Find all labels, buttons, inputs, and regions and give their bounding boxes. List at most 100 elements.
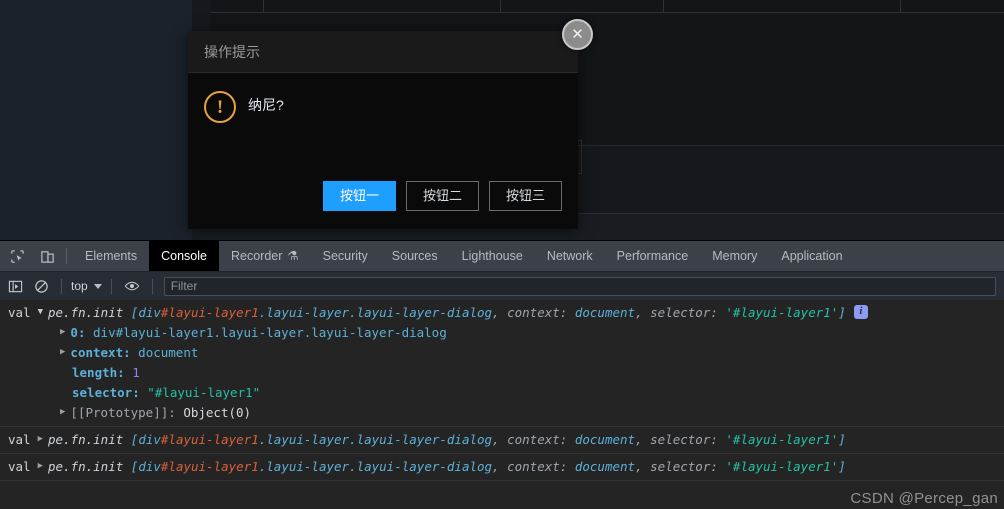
console-message[interactable]: val ▶ pe.fn.init [div #layui-layer1 .layui… <box>0 427 1004 454</box>
background-table-header <box>210 0 1004 13</box>
node-tag: div <box>138 432 161 447</box>
flask-icon: ⚗ <box>287 249 299 263</box>
execution-context-value: top <box>71 279 88 293</box>
filterbar-divider <box>61 278 62 294</box>
expand-triangle-icon[interactable]: ▶ <box>38 429 43 449</box>
object-constructor: pe.fn.init <box>48 459 124 474</box>
tab-recorder[interactable]: Recorder ⚗ <box>219 241 311 271</box>
property-key: [[Prototype]]: <box>70 405 176 420</box>
screen-root: 操作提示 ! 纳尼? 按钮一 按钮二 按钮三 ✕ Elements Consol… <box>0 0 1004 509</box>
close-bracket: ] <box>838 432 846 447</box>
value-context: document <box>574 432 636 447</box>
property-value: div#layui-layer1.layui-layer.layui-layer… <box>93 325 447 340</box>
dialog-button-2[interactable]: 按钮二 <box>405 181 479 211</box>
chevron-down-icon <box>93 283 102 289</box>
value-selector: '#layui-layer1' <box>725 305 839 320</box>
live-expression-icon[interactable] <box>119 273 145 299</box>
table-divider <box>263 0 264 13</box>
property-value: document <box>138 345 199 360</box>
dialog-button-1[interactable]: 按钮一 <box>322 181 396 211</box>
execution-context-select[interactable]: top <box>69 279 104 293</box>
dialog-content: ! 纳尼? <box>188 73 578 167</box>
expand-triangle-icon[interactable]: ▼ <box>38 302 43 322</box>
key-context: context: <box>507 459 568 474</box>
open-bracket: [ <box>130 305 139 320</box>
separator: , <box>492 459 508 474</box>
node-tag: div <box>138 305 161 320</box>
separator: , <box>635 305 651 320</box>
console-val-label: val <box>8 305 31 320</box>
console-message-header[interactable]: val ▶ pe.fn.init [div #layui-layer1 .layui… <box>0 457 1004 477</box>
expand-triangle-icon[interactable]: ▶ <box>60 342 65 362</box>
expand-triangle-icon[interactable]: ▶ <box>60 322 65 342</box>
devtools-panel: Elements Console Recorder ⚗ Security Sour… <box>0 240 1004 509</box>
info-badge-icon[interactable]: i <box>853 305 868 319</box>
dialog-button-3[interactable]: 按钮三 <box>488 181 562 211</box>
tab-console[interactable]: Console <box>149 241 219 271</box>
node-id: #layui-layer1 <box>160 459 259 474</box>
clear-console-icon[interactable] <box>28 273 54 299</box>
tab-lighthouse[interactable]: Lighthouse <box>450 241 535 271</box>
node-tag: div <box>138 459 161 474</box>
console-message-header[interactable]: val ▼ pe.fn.init [div #layui-layer1 .layui… <box>0 303 1004 323</box>
separator: , <box>635 459 651 474</box>
property-key: context: <box>70 345 131 360</box>
property-value: 1 <box>132 365 140 380</box>
tab-security[interactable]: Security <box>311 241 380 271</box>
node-id: #layui-layer1 <box>160 305 259 320</box>
value-selector: '#layui-layer1' <box>725 432 839 447</box>
filterbar-divider <box>151 278 153 294</box>
console-message[interactable]: val ▼ pe.fn.init [div #layui-layer1 .layui… <box>0 300 1004 427</box>
console-message[interactable]: val ▶ pe.fn.init [div #layui-layer1 .layui… <box>0 454 1004 481</box>
separator: , <box>635 432 651 447</box>
property-key: length: <box>72 365 125 380</box>
tab-performance[interactable]: Performance <box>605 241 701 271</box>
value-context: document <box>574 459 636 474</box>
dialog-title: 操作提示 <box>188 31 578 73</box>
key-selector: selector: <box>650 459 718 474</box>
expand-triangle-icon[interactable]: ▶ <box>38 456 43 476</box>
separator: , <box>492 432 508 447</box>
filter-input-wrapper[interactable] <box>163 276 996 296</box>
key-context: context: <box>507 432 568 447</box>
tab-memory[interactable]: Memory <box>700 241 769 271</box>
console-property-row[interactable]: ▶ 0: div#layui-layer1.layui-layer.layui-l… <box>0 323 1004 343</box>
tab-application[interactable]: Application <box>769 241 854 271</box>
console-property-row[interactable]: ▶ [[Prototype]]: Object(0) <box>0 403 1004 423</box>
open-bracket: [ <box>130 432 139 447</box>
tab-sources[interactable]: Sources <box>380 241 450 271</box>
open-bracket: [ <box>130 459 139 474</box>
console-property-row[interactable]: ▶ context: document <box>0 343 1004 363</box>
property-value: "#layui-layer1" <box>147 385 261 400</box>
dialog-message: 纳尼? <box>248 97 284 113</box>
close-icon[interactable]: ✕ <box>562 19 593 50</box>
toolbar-divider <box>66 248 67 264</box>
filter-input[interactable] <box>170 279 989 293</box>
node-classes: .layui-layer.layui-layer-dialog <box>258 305 493 320</box>
console-property-row[interactable]: selector: "#layui-layer1" <box>0 383 1004 403</box>
separator: , <box>492 305 508 320</box>
node-id: #layui-layer1 <box>160 432 259 447</box>
console-sidebar-icon[interactable] <box>2 273 28 299</box>
devtools-tabbar: Elements Console Recorder ⚗ Security Sour… <box>0 241 1004 272</box>
console-val-label: val <box>8 459 31 474</box>
key-selector: selector: <box>650 432 718 447</box>
node-classes: .layui-layer.layui-layer-dialog <box>258 432 493 447</box>
watermark: CSDN @Percep_gan <box>850 490 998 507</box>
console-message-header[interactable]: val ▶ pe.fn.init [div #layui-layer1 .layui… <box>0 430 1004 450</box>
expand-triangle-icon[interactable]: ▶ <box>60 402 65 422</box>
web-page-area: 操作提示 ! 纳尼? 按钮一 按钮二 按钮三 ✕ <box>0 0 1004 240</box>
table-divider <box>900 0 901 13</box>
console-property-row[interactable]: length: 1 <box>0 363 1004 383</box>
warning-icon: ! <box>204 91 236 123</box>
filterbar-divider <box>110 278 112 294</box>
tab-network[interactable]: Network <box>535 241 605 271</box>
tab-recorder-label: Recorder <box>230 249 283 263</box>
inspect-element-icon[interactable] <box>4 243 30 269</box>
console-output[interactable]: val ▼ pe.fn.init [div #layui-layer1 .layui… <box>0 300 1004 509</box>
tab-elements[interactable]: Elements <box>73 241 149 271</box>
property-value: Object(0) <box>183 405 252 420</box>
device-toolbar-icon[interactable] <box>34 243 60 269</box>
layui-layer-dialog: 操作提示 ! 纳尼? 按钮一 按钮二 按钮三 <box>188 31 578 229</box>
table-divider <box>500 0 501 13</box>
